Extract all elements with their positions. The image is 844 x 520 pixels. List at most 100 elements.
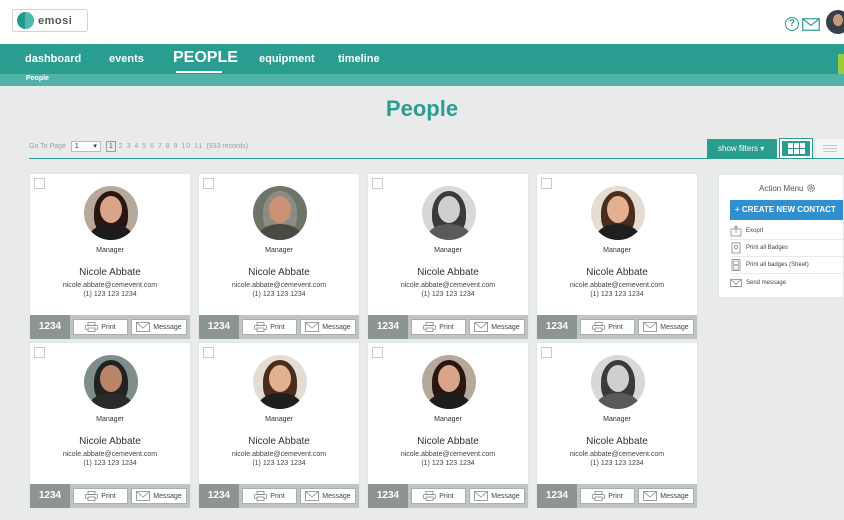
side-tab[interactable] [838,54,844,74]
person-name[interactable]: Nicole Abbate [30,267,190,278]
person-name[interactable]: Nicole Abbate [368,436,528,447]
select-checkbox[interactable] [372,347,383,358]
printer-icon [85,491,99,501]
logo-text: emosi [38,14,73,27]
select-checkbox[interactable] [372,178,383,189]
nav-item-timeline[interactable]: timeline [338,53,380,65]
person-role: Manager [96,247,124,254]
person-name[interactable]: Nicole Abbate [537,436,697,447]
select-checkbox[interactable] [34,178,45,189]
profile-photo [253,355,307,409]
select-checkbox[interactable] [541,347,552,358]
card-footer: 1234 Print Message [537,315,697,339]
person-id-badge: 1234 [368,315,408,339]
message-button[interactable]: Message [638,488,694,504]
message-button[interactable]: Message [469,488,525,504]
person-email[interactable]: nicole.abbate@cemevent.com [368,451,528,458]
person-phone: (1) 123 123 1234 [252,460,306,467]
print-button[interactable]: Print [73,488,128,504]
person-role: Manager [265,247,293,254]
app-logo[interactable]: emosi [12,9,88,32]
person-email[interactable]: nicole.abbate@cemevent.com [537,451,697,458]
create-new-contact-button[interactable]: + CREATE NEW CONTACT [730,200,843,220]
person-phone: (1) 123 123 1234 [83,460,137,467]
person-role: Manager [603,416,631,423]
nav-item-people[interactable]: PEOPLE [173,49,238,67]
message-button[interactable]: Message [638,319,694,335]
person-name[interactable]: Nicole Abbate [199,267,359,278]
person-card[interactable]: Manager Nicole Abbate nicole.abbate@ceme… [536,173,698,339]
printer-icon [423,491,437,501]
envelope-icon [136,491,151,501]
message-button-label: Message [660,492,689,500]
nav-item-events[interactable]: events [109,53,144,65]
nav-item-equipment[interactable]: equipment [259,53,315,65]
person-card[interactable]: Manager Nicole Abbate nicole.abbate@ceme… [198,173,360,339]
message-button-label: Message [491,492,520,500]
action-send-message[interactable]: Send message [730,274,843,291]
person-role: Manager [265,416,293,423]
select-checkbox[interactable] [203,347,214,358]
show-filters-button[interactable]: show filters ▾ [707,139,777,158]
message-button[interactable]: Message [131,319,187,335]
action-print-all-badges-sheet[interactable]: Print all badges (Sheet) [730,257,843,274]
message-button-label: Message [322,323,351,331]
person-email[interactable]: nicole.abbate@cemevent.com [368,282,528,289]
card-footer: 1234 Print Message [537,484,697,508]
list-view-button[interactable] [816,139,844,158]
person-phone: (1) 123 123 1234 [421,291,475,298]
pager-page-links[interactable]: 2 3 4 5 6 7 8 9 10 11 [119,143,204,150]
message-button[interactable]: Message [300,488,356,504]
gear-icon[interactable] [806,183,816,193]
print-button-label: Print [608,323,623,331]
person-phone: (1) 123 123 1234 [590,291,644,298]
pager-current-page[interactable]: 1 [105,141,116,152]
action-print-all-badges[interactable]: Print all Badges [730,240,843,257]
grid-view-button[interactable] [779,138,813,159]
person-name[interactable]: Nicole Abbate [368,267,528,278]
select-checkbox[interactable] [541,178,552,189]
list-icon [823,145,837,146]
person-id-badge: 1234 [30,484,70,508]
person-email[interactable]: nicole.abbate@cemevent.com [30,451,190,458]
print-button[interactable]: Print [73,319,128,335]
message-button[interactable]: Message [131,488,187,504]
person-card[interactable]: Manager Nicole Abbate nicole.abbate@ceme… [536,342,698,508]
person-email[interactable]: nicole.abbate@cemevent.com [199,282,359,289]
person-name[interactable]: Nicole Abbate [199,436,359,447]
print-button[interactable]: Print [411,319,466,335]
card-footer: 1234 Print Message [199,315,359,339]
envelope-icon[interactable] [802,18,820,31]
pager: Go To Page 1 1 2 3 4 5 6 7 8 9 10 11 (93… [29,141,248,152]
print-button-label: Print [270,492,285,500]
select-checkbox[interactable] [203,178,214,189]
print-button[interactable]: Print [242,319,297,335]
print-button[interactable]: Print [242,488,297,504]
message-button[interactable]: Message [469,319,525,335]
user-avatar[interactable] [826,10,844,34]
person-card[interactable]: Manager Nicole Abbate nicole.abbate@ceme… [367,342,529,508]
select-checkbox[interactable] [34,347,45,358]
nav-item-dashboard[interactable]: dashboard [25,53,81,65]
person-card[interactable]: Manager Nicole Abbate nicole.abbate@ceme… [29,342,191,508]
print-button[interactable]: Print [411,488,466,504]
printer-icon [254,322,268,332]
person-name[interactable]: Nicole Abbate [30,436,190,447]
person-email[interactable]: nicole.abbate@cemevent.com [199,451,359,458]
card-footer: 1234 Print Message [368,315,528,339]
person-name[interactable]: Nicole Abbate [537,267,697,278]
person-card[interactable]: Manager Nicole Abbate nicole.abbate@ceme… [198,342,360,508]
action-export[interactable]: Exoprt [730,223,843,240]
person-email[interactable]: nicole.abbate@cemevent.com [537,282,697,289]
profile-photo [253,186,307,240]
page-select[interactable]: 1 [70,141,101,152]
print-button[interactable]: Print [580,319,635,335]
person-email[interactable]: nicole.abbate@cemevent.com [30,282,190,289]
breadcrumb-item-people[interactable]: People [26,75,49,82]
person-card[interactable]: Manager Nicole Abbate nicole.abbate@ceme… [29,173,191,339]
action-menu-title-text: Action Menu [759,183,804,193]
question-circle-icon[interactable]: ? [785,17,799,31]
person-card[interactable]: Manager Nicole Abbate nicole.abbate@ceme… [367,173,529,339]
print-button[interactable]: Print [580,488,635,504]
message-button[interactable]: Message [300,319,356,335]
